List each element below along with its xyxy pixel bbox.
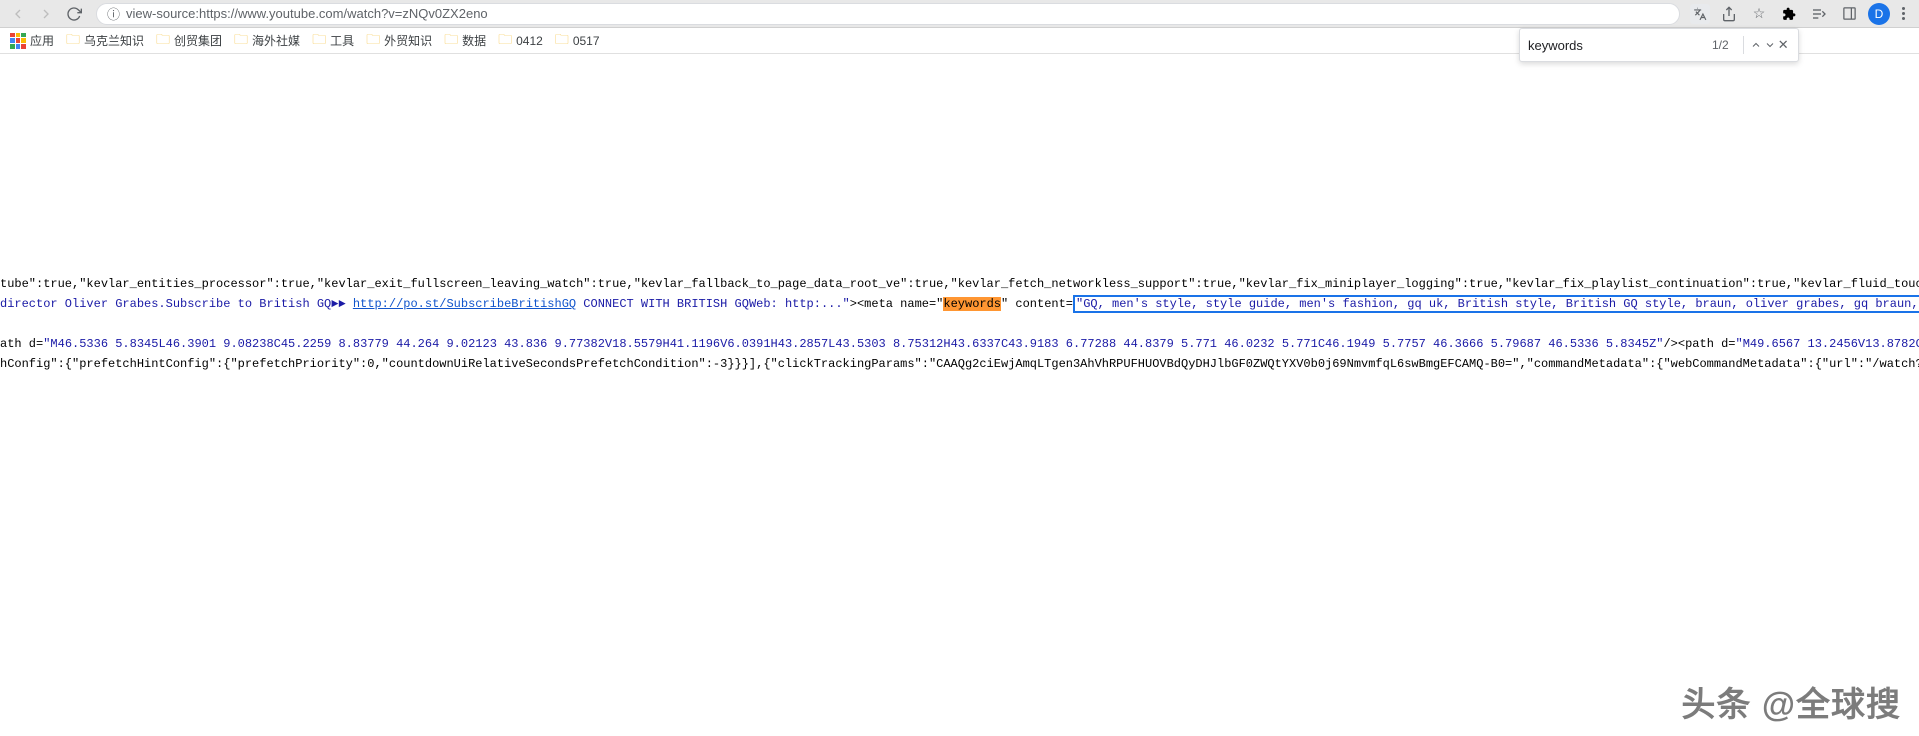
forward-button[interactable] (34, 2, 58, 26)
find-highlight: keywords (943, 297, 1001, 311)
reading-list-icon[interactable] (1808, 3, 1830, 25)
extensions-icon[interactable] (1778, 3, 1800, 25)
back-button[interactable] (6, 2, 30, 26)
bookmark-item[interactable]: 🗀海外社媒 (234, 29, 300, 53)
folder-icon: 🗀 (66, 29, 80, 53)
bookmark-item[interactable]: 🗀数据 (444, 29, 486, 53)
find-next-button[interactable] (1763, 34, 1777, 56)
bookmark-item[interactable]: 🗀工具 (312, 29, 354, 53)
chrome-menu-icon[interactable] (1898, 7, 1909, 20)
find-count: 1/2 (1712, 38, 1729, 52)
find-close-button[interactable]: ✕ (1776, 34, 1790, 56)
share-icon[interactable] (1718, 3, 1740, 25)
apps-grid-icon (10, 33, 26, 49)
browser-toolbar: ⓘ view-source:https://www.youtube.com/wa… (0, 0, 1919, 28)
bookmark-item[interactable]: 🗀0517 (555, 29, 600, 53)
selected-text: "GQ, men's style, style guide, men's fas… (1073, 295, 1919, 313)
bookmark-item[interactable]: 🗀乌克兰知识 (66, 29, 144, 53)
find-prev-button[interactable] (1749, 34, 1763, 56)
folder-icon: 🗀 (444, 29, 458, 53)
sidepanel-icon[interactable] (1838, 3, 1860, 25)
bookmark-item[interactable]: 🗀0412 (498, 29, 543, 53)
folder-icon: 🗀 (234, 29, 248, 53)
address-bar[interactable]: ⓘ view-source:https://www.youtube.com/wa… (96, 3, 1680, 25)
find-input[interactable] (1528, 38, 1704, 53)
folder-icon: 🗀 (156, 29, 170, 53)
url-text: view-source:https://www.youtube.com/watc… (126, 6, 488, 21)
source-line: tube":true,"kevlar_entities_processor":t… (0, 274, 1919, 294)
apps-label: 应用 (30, 32, 54, 49)
find-in-page-bar: 1/2 ✕ (1519, 28, 1799, 62)
source-line: ath d="M46.5336 5.8345L46.3901 9.08238C4… (0, 334, 1919, 354)
source-line: director Oliver Grabes.Subscribe to Brit… (0, 294, 1919, 314)
translate-icon[interactable] (1690, 4, 1710, 24)
watermark-text: 头条 @全球搜 (1681, 677, 1901, 726)
bookmark-item[interactable]: 🗀外贸知识 (366, 29, 432, 53)
apps-shortcut[interactable]: 应用 (10, 32, 54, 49)
separator (1743, 36, 1744, 54)
profile-avatar[interactable]: D (1868, 3, 1890, 25)
site-info-icon[interactable]: ⓘ (107, 4, 120, 23)
toolbar-actions: ☆ D (1690, 3, 1913, 25)
reload-button[interactable] (62, 2, 86, 26)
source-line: hConfig":{"prefetchHintConfig":{"prefetc… (0, 354, 1919, 374)
bookmark-item[interactable]: 🗀创贸集团 (156, 29, 222, 53)
source-link[interactable]: http://po.st/SubscribeBritishGQ (353, 297, 576, 311)
folder-icon: 🗀 (555, 29, 569, 53)
view-source-content: tube":true,"kevlar_entities_processor":t… (0, 54, 1919, 374)
folder-icon: 🗀 (312, 29, 326, 53)
folder-icon: 🗀 (366, 29, 380, 53)
folder-icon: 🗀 (498, 29, 512, 53)
bookmark-star-icon[interactable]: ☆ (1748, 3, 1770, 25)
